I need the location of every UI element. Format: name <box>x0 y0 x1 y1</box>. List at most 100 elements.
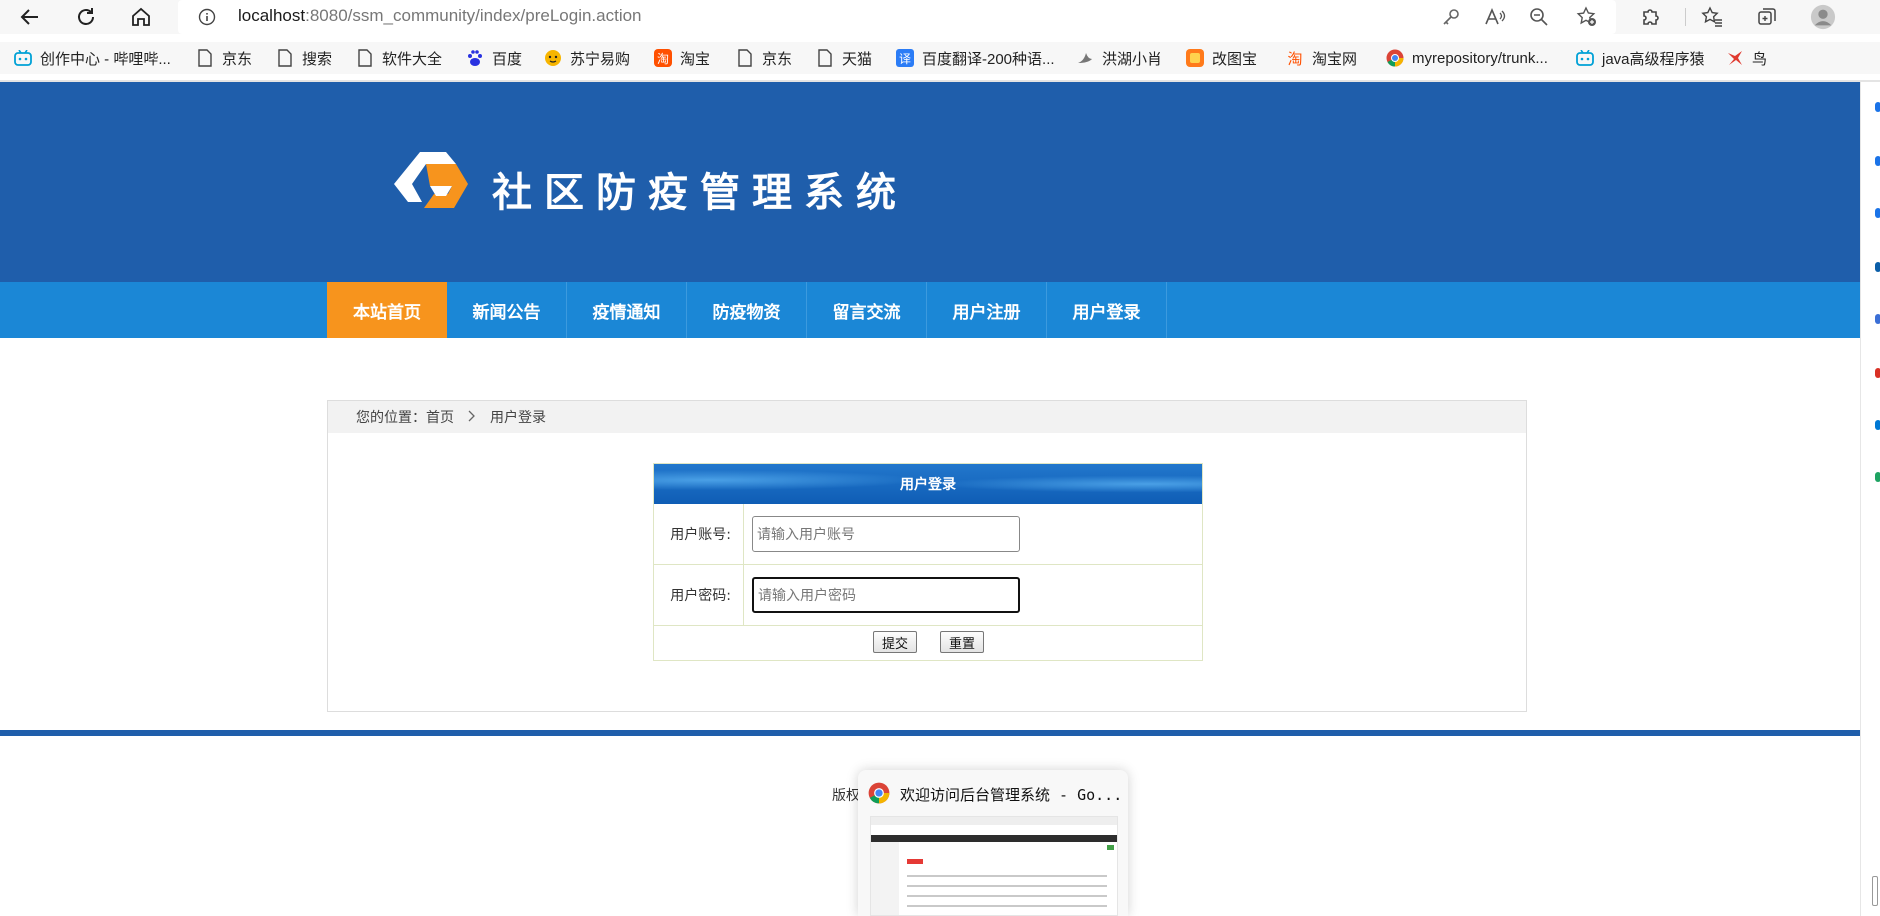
preview-thumbnail <box>870 816 1118 916</box>
nav-epidemic-notice[interactable]: 疫情通知 <box>567 282 687 338</box>
favorites-icon <box>1701 6 1722 27</box>
favorites-button[interactable] <box>1699 4 1725 30</box>
bookmark-label: 苏宁易购 <box>570 50 631 68</box>
account-label: 用户账号: <box>654 504 744 564</box>
bookmark-label: 淘宝网 <box>1312 50 1358 68</box>
account-row: 用户账号: <box>654 504 1202 565</box>
browser-toolbar: localhost:8080/ssm_community/index/preLo… <box>0 0 1880 34</box>
arrow-left-icon <box>20 9 38 25</box>
sidebar-app-icon[interactable] <box>1875 208 1880 218</box>
password-row: 用户密码: <box>654 565 1202 626</box>
bookmark-item[interactable]: 天猫 <box>816 47 872 69</box>
collections-button[interactable] <box>1754 4 1780 30</box>
sidebar-app-icon[interactable] <box>1875 472 1880 482</box>
breadcrumb-current: 用户登录 <box>490 409 546 425</box>
site-title: 社区防疫管理系统 <box>492 170 908 216</box>
bookmark-item[interactable]: 京东 <box>736 47 792 69</box>
bookmark-item[interactable]: 苏宁易购 <box>544 47 630 69</box>
sidebar-app-icon[interactable] <box>1875 420 1880 430</box>
bookmark-item[interactable]: 创作中心 - 哔哩哔... <box>14 47 171 69</box>
nav-home[interactable]: 本站首页 <box>327 282 447 338</box>
bookmark-item[interactable]: 鸟 <box>1726 47 1767 69</box>
thumb-row <box>907 885 1107 887</box>
submit-button[interactable]: 提交 <box>873 631 918 653</box>
bookmark-item[interactable]: 淘淘宝网 <box>1286 47 1357 69</box>
thumb-sidebar <box>871 842 899 915</box>
bookmark-label: 百度翻译-200种语... <box>922 50 1055 68</box>
chrome-icon <box>1386 49 1404 67</box>
login-form: 用户登录 用户账号: 用户密码: 提交 重置 <box>653 463 1203 661</box>
url-text[interactable]: localhost:8080/ssm_community/index/preLo… <box>238 6 642 26</box>
zoom-button[interactable] <box>1526 4 1552 30</box>
password-label: 用户密码: <box>654 565 744 625</box>
bookmark-item[interactable]: 洪湖小肖 <box>1076 47 1162 69</box>
page-icon <box>816 49 834 67</box>
page-icon <box>196 49 214 67</box>
bookmark-label: 京东 <box>222 50 253 68</box>
breadcrumb: 您的位置：首页 用户登录 <box>328 401 1526 433</box>
footer-divider <box>0 730 1860 736</box>
info-icon[interactable] <box>198 8 216 26</box>
extensions-button[interactable] <box>1638 4 1664 30</box>
profile-button[interactable] <box>1810 4 1836 30</box>
svg-text:淘: 淘 <box>1287 50 1302 67</box>
home-button[interactable] <box>127 3 155 31</box>
thumb-row <box>907 905 1107 907</box>
taobao-icon: 淘 <box>1286 49 1304 67</box>
chevron-right-icon <box>468 409 476 425</box>
sidebar-scroll-handle[interactable] <box>1872 876 1878 906</box>
bookmark-item[interactable]: 软件大全 <box>356 47 442 69</box>
sidebar-app-icon[interactable] <box>1875 368 1880 378</box>
thumb-row <box>907 895 1107 897</box>
nav-login[interactable]: 用户登录 <box>1047 282 1167 338</box>
browser-sidebar <box>1860 82 1880 916</box>
reset-button[interactable]: 重置 <box>940 631 985 653</box>
nav-messages[interactable]: 留言交流 <box>807 282 927 338</box>
refresh-icon <box>78 8 94 25</box>
address-bar[interactable]: localhost:8080/ssm_community/index/preLo… <box>178 0 1616 34</box>
zoom-out-icon <box>1530 8 1548 26</box>
bilibili-icon <box>1576 49 1594 67</box>
svg-text:淘: 淘 <box>657 52 669 66</box>
add-favorite-button[interactable] <box>1574 4 1600 30</box>
thumb-red-badge <box>907 859 923 864</box>
password-input[interactable] <box>752 577 1020 613</box>
page-icon <box>736 49 754 67</box>
nav-supplies[interactable]: 防疫物资 <box>687 282 807 338</box>
page-icon <box>276 49 294 67</box>
bookmark-item[interactable]: 百度 <box>466 47 522 69</box>
bookmark-label: 创作中心 - 哔哩哔... <box>40 50 171 68</box>
bookmark-item[interactable]: 淘淘宝 <box>654 47 710 69</box>
thumb-header <box>871 835 1117 842</box>
sidebar-app-icon[interactable] <box>1875 314 1880 324</box>
bookmark-item[interactable]: 搜索 <box>276 47 332 69</box>
account-input[interactable] <box>752 516 1020 552</box>
breadcrumb-prefix[interactable]: 您的位置：首页 <box>356 407 454 427</box>
sidebar-app-icon[interactable] <box>1875 102 1880 112</box>
copyright-text: 版权 <box>832 788 860 804</box>
preview-title: 欢迎访问后台管理系统 - Go... <box>900 786 1123 804</box>
bookmark-item[interactable]: java高级程序猿 <box>1576 47 1705 69</box>
taskbar-window-preview[interactable]: 欢迎访问后台管理系统 - Go... <box>858 770 1128 916</box>
refresh-button[interactable] <box>72 3 100 31</box>
content-box: 您的位置：首页 用户登录 用户登录 用户账号: 用户密码: 提交 重置 <box>327 400 1527 712</box>
avatar-icon <box>1810 4 1836 30</box>
bookmark-item[interactable]: 京东 <box>196 47 252 69</box>
site-header: 社区防疫管理系统 <box>0 82 1860 282</box>
nav-register[interactable]: 用户注册 <box>927 282 1047 338</box>
bookmarks-bar: 创作中心 - 哔哩哔... 京东 搜索 软件大全 百度 苏宁易购 淘淘宝 京东 … <box>0 42 1880 74</box>
bookmark-item[interactable]: myrepository/trunk... <box>1386 47 1548 69</box>
bookmark-item[interactable]: 译百度翻译-200种语... <box>896 47 1055 69</box>
bookmark-item[interactable]: 改图宝 <box>1186 47 1257 69</box>
home-icon <box>132 7 150 26</box>
password-key-button[interactable] <box>1438 4 1464 30</box>
sidebar-app-icon[interactable] <box>1875 262 1880 272</box>
back-button[interactable] <box>16 3 44 31</box>
suning-icon <box>544 49 562 67</box>
nav-news[interactable]: 新闻公告 <box>447 282 567 338</box>
bilibili-icon <box>14 49 32 67</box>
bookmark-label: myrepository/trunk... <box>1412 49 1548 67</box>
collections-icon <box>1758 8 1776 25</box>
read-aloud-button[interactable] <box>1482 4 1508 30</box>
sidebar-app-icon[interactable] <box>1875 156 1880 166</box>
